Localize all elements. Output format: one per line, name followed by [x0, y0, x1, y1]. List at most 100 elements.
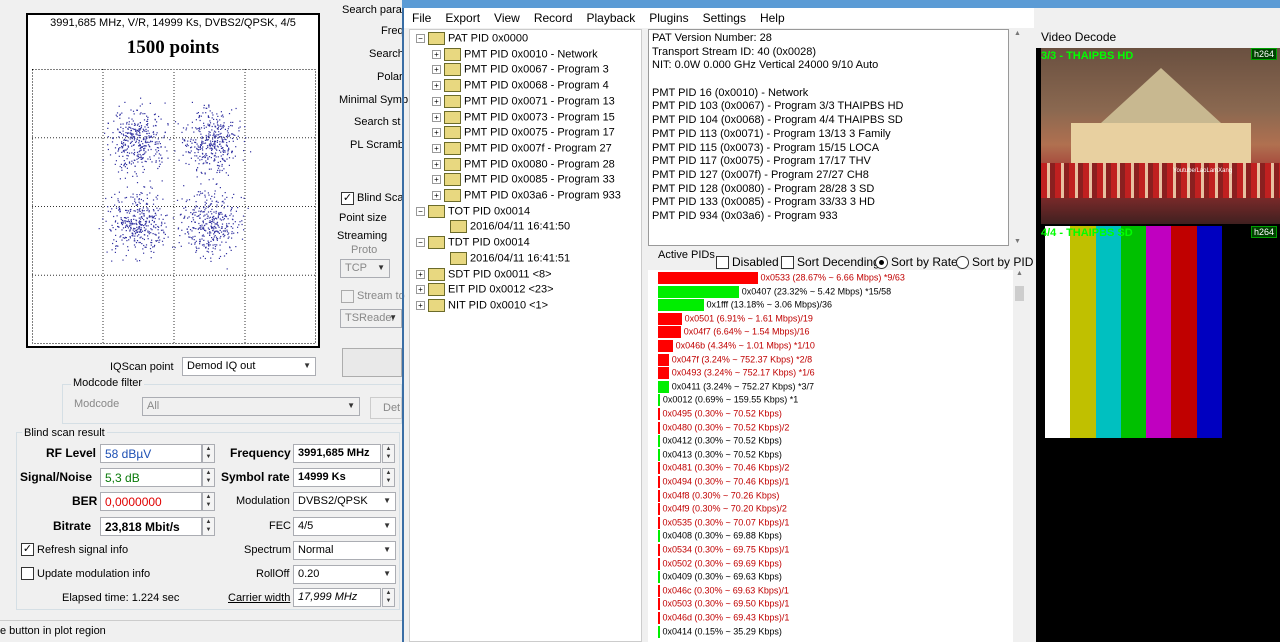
update-modulation-checkbox[interactable] — [21, 567, 34, 580]
pid-row[interactable]: 0x046d (0.30% ~ 69.43 Kbps)/1 — [658, 612, 789, 625]
bitrate-spinner[interactable]: ▲ ▼ — [202, 517, 215, 536]
modulation-select[interactable]: DVBS2/QPSK — [293, 492, 396, 511]
tree-node[interactable]: + EIT PID 0x0012 <23> — [416, 283, 554, 299]
tree-node[interactable]: + PMT PID 0x0075 - Program 17 — [432, 126, 615, 142]
bitrate-field[interactable]: 23,818 Mbit/s — [100, 517, 202, 536]
menu-help[interactable]: Help — [752, 8, 791, 25]
expand-icon[interactable]: + — [416, 300, 425, 310]
tree-node[interactable]: + PMT PID 0x0010 - Network — [432, 47, 598, 64]
tree-node[interactable]: + PMT PID 0x0085 - Program 33 — [432, 173, 615, 189]
pid-row[interactable]: 0x0414 (0.15% ~ 35.29 Kbps) — [658, 625, 782, 639]
tree-node[interactable]: − TOT PID 0x0014 — [416, 204, 530, 221]
detect-button[interactable]: Det — [370, 397, 402, 419]
info-scrollbar[interactable]: ▲ ▼ — [1012, 29, 1026, 246]
expand-icon[interactable]: + — [432, 81, 441, 91]
tsreader-select[interactable]: TSReader — [340, 309, 402, 328]
pid-row[interactable]: 0x0535 (0.30% ~ 70.07 Kbps)/1 — [658, 516, 789, 530]
pid-row[interactable]: 0x0534 (0.30% ~ 69.75 Kbps)/1 — [658, 544, 789, 557]
tree-node[interactable]: + PMT PID 0x0071 - Program 13 — [432, 94, 615, 111]
tree-node[interactable]: 2016/04/11 16:41:50 — [450, 220, 570, 236]
pid-row[interactable]: 0x0503 (0.30% ~ 69.50 Kbps)/1 — [658, 598, 789, 611]
tree-node[interactable]: 2016/04/11 16:41:51 — [450, 251, 570, 268]
expand-icon[interactable]: + — [432, 128, 441, 138]
frequency-spinner[interactable]: ▲ ▼ — [382, 444, 395, 463]
menu-playback[interactable]: Playback — [579, 8, 642, 25]
pid-row[interactable]: 0x0493 (3.24% ~ 752.17 Kbps) *1/6 — [658, 367, 815, 380]
sort-by-rate-radio[interactable] — [875, 256, 888, 269]
menu-plugins[interactable]: Plugins — [641, 8, 694, 25]
collapse-icon[interactable]: − — [416, 206, 425, 216]
pid-row[interactable]: 0x0494 (0.30% ~ 70.46 Kbps)/1 — [658, 476, 789, 489]
expand-icon[interactable]: + — [432, 65, 441, 75]
tree-node[interactable]: + PMT PID 0x0073 - Program 15 — [432, 110, 615, 127]
symbol-rate-spinner[interactable]: ▲ ▼ — [382, 468, 395, 487]
iq-scatter[interactable] — [32, 69, 316, 344]
carrier-width-field[interactable]: 17,999 MHz — [293, 588, 381, 607]
snr-spinner[interactable]: ▲ ▼ — [202, 468, 215, 487]
sort-by-pid-radio[interactable] — [956, 256, 969, 269]
pid-row[interactable]: 0x0480 (0.30% ~ 70.52 Kbps)/2 — [658, 421, 789, 435]
pids-scrollbar[interactable]: ▲ — [1014, 270, 1026, 642]
rf-level-spinner[interactable]: ▲ ▼ — [202, 444, 215, 463]
ber-field[interactable]: 0,0000000 — [100, 492, 202, 511]
expand-icon[interactable]: + — [432, 175, 441, 185]
pid-row[interactable]: 0x0502 (0.30% ~ 69.69 Kbps) — [658, 557, 782, 571]
sd-video-frame[interactable]: 4/4 - THAIPBS SD — [1041, 226, 1280, 438]
pid-row[interactable]: 0x046b (4.34% ~ 1.01 Mbps) *1/10 — [658, 340, 815, 353]
collapse-icon[interactable]: − — [416, 238, 425, 248]
spectrum-select[interactable]: Normal — [293, 541, 396, 560]
pid-row[interactable]: 0x04f7 (6.64% ~ 1.54 Mbps)/16 — [658, 326, 810, 339]
tree-node[interactable]: + PMT PID 0x007f - Program 27 — [432, 141, 612, 158]
menu-record[interactable]: Record — [526, 8, 579, 25]
menu-view[interactable]: View — [486, 8, 526, 25]
carrier-width-spinner[interactable]: ▲ ▼ — [382, 588, 395, 607]
modcode-select[interactable]: All — [142, 397, 360, 416]
pid-row[interactable]: 0x047f (3.24% ~ 752.37 Kbps) *2/8 — [658, 353, 812, 367]
constellation-plot[interactable]: 3991,685 MHz, V/R, 14999 Ks, DVBS2/QPSK,… — [26, 13, 320, 348]
tree-node[interactable]: − TDT PID 0x0014 — [416, 236, 530, 252]
menu-file[interactable]: File — [404, 8, 437, 25]
menu-export[interactable]: Export — [437, 8, 486, 25]
hd-video-frame[interactable]: 3/3 - THAIPBS HD Youtube/LaoLamXang — [1041, 48, 1280, 224]
expand-icon[interactable]: + — [416, 269, 425, 279]
sort-descending-checkbox[interactable] — [781, 256, 794, 269]
collapse-icon[interactable]: − — [416, 34, 425, 43]
expand-icon[interactable]: + — [432, 112, 441, 122]
pid-row[interactable]: 0x0411 (3.24% ~ 752.27 Kbps) *3/7 — [658, 380, 814, 394]
frequency-field[interactable]: 3991,685 MHz — [293, 444, 381, 463]
expand-icon[interactable]: + — [416, 285, 425, 295]
tree-node[interactable]: − PAT PID 0x0000 — [416, 32, 528, 48]
stream-to-checkbox[interactable] — [341, 290, 354, 303]
snr-field[interactable]: 5,3 dB — [100, 468, 202, 487]
pid-row[interactable]: 0x0495 (0.30% ~ 70.52 Kbps) — [658, 408, 782, 421]
blind-scan-checkbox[interactable]: ✓ — [341, 192, 354, 205]
tree-node[interactable]: + SDT PID 0x0011 <8> — [416, 267, 552, 284]
pid-row[interactable]: 0x046c (0.30% ~ 69.63 Kbps)/1 — [658, 584, 789, 598]
pid-row[interactable]: 0x0533 (28.67% ~ 6.66 Mbps) *9/63 — [658, 272, 905, 285]
pid-row[interactable]: 0x1fff (13.18% ~ 3.06 Mbps)/36 — [658, 299, 832, 312]
pid-row[interactable]: 0x0413 (0.30% ~ 70.52 Kbps) — [658, 448, 782, 462]
refresh-signal-checkbox[interactable]: ✓ — [21, 543, 34, 556]
expand-icon[interactable]: + — [432, 191, 441, 200]
pid-row[interactable]: 0x0409 (0.30% ~ 69.63 Kbps) — [658, 571, 782, 584]
rolloff-select[interactable]: 0.20 — [293, 565, 396, 584]
pid-row[interactable]: 0x0412 (0.30% ~ 70.52 Kbps) — [658, 435, 782, 448]
pid-row[interactable]: 0x04f9 (0.30% ~ 70.20 Kbps)/2 — [658, 503, 787, 516]
ber-spinner[interactable]: ▲ ▼ — [202, 492, 215, 511]
tree-node[interactable]: + PMT PID 0x0067 - Program 3 — [432, 63, 609, 79]
menu-settings[interactable]: Settings — [695, 8, 752, 25]
tree-node[interactable]: + PMT PID 0x0080 - Program 28 — [432, 157, 615, 174]
pid-row[interactable]: 0x04f8 (0.30% ~ 70.26 Kbps) — [658, 489, 779, 503]
symbol-rate-field[interactable]: 14999 Ks — [293, 468, 381, 487]
tree-node[interactable]: + PMT PID 0x0068 - Program 4 — [432, 79, 609, 95]
tree-node[interactable]: + PMT PID 0x03a6 - Program 933 — [432, 189, 621, 205]
disabled-checkbox[interactable] — [716, 256, 729, 269]
expand-icon[interactable]: + — [432, 159, 441, 169]
iqscan-select[interactable]: Demod IQ out — [182, 357, 316, 376]
expand-icon[interactable]: + — [432, 96, 441, 106]
pid-row[interactable]: 0x0501 (6.91% ~ 1.61 Mbps)/19 — [658, 312, 813, 326]
expand-icon[interactable]: + — [432, 49, 441, 59]
carrier-width-label[interactable]: Carrier width — [228, 592, 290, 604]
rf-level-field[interactable]: 58 dBµV — [100, 444, 202, 463]
pid-row[interactable]: 0x0407 (23.32% ~ 5.42 Mbps) *15/58 — [658, 285, 891, 299]
